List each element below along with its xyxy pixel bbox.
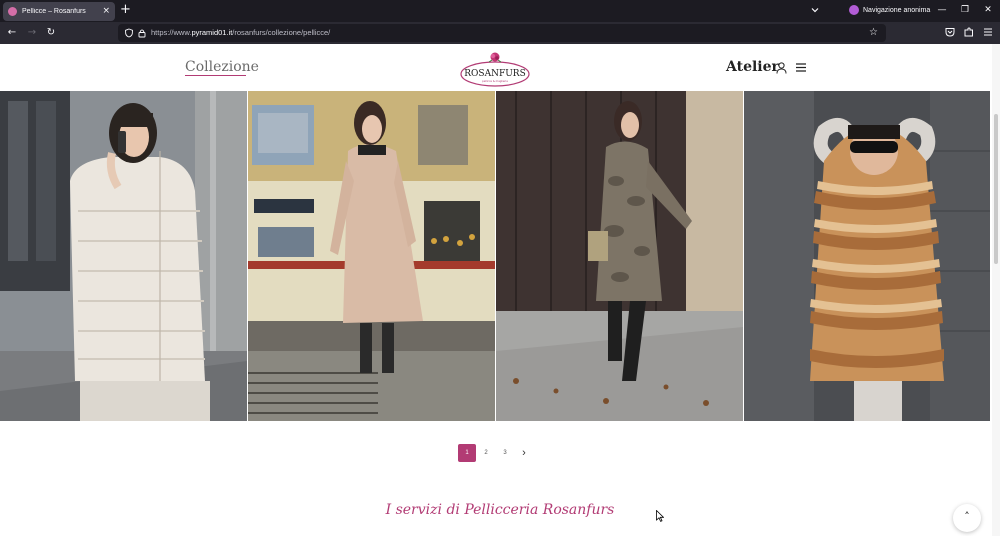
- next-page-chevron-icon[interactable]: ›: [515, 444, 533, 462]
- browser-tab[interactable]: Pellicce – Rosanfurs ×: [3, 2, 115, 21]
- back-to-top-button[interactable]: ˄: [953, 504, 981, 532]
- browser-nav-bar: ← → ↻ https://www.pyramid01.it/rosanfurs…: [0, 22, 1000, 44]
- nav-link-atelier[interactable]: Atelier: [726, 59, 779, 75]
- pocket-icon[interactable]: [944, 26, 956, 38]
- page-1-button[interactable]: 1: [458, 444, 476, 462]
- active-link-underline: [185, 75, 246, 76]
- private-mask-icon: [849, 5, 859, 15]
- user-account-icon[interactable]: [776, 62, 787, 74]
- forward-arrow-icon[interactable]: →: [24, 25, 40, 41]
- back-arrow-icon[interactable]: ←: [4, 25, 20, 41]
- close-tab-icon[interactable]: ×: [102, 7, 110, 16]
- services-heading: I servizi di Pellicceria Rosanfurs: [385, 502, 615, 518]
- product-photo: [496, 91, 743, 421]
- private-browsing-indicator: Navigazione anonima: [849, 5, 930, 15]
- chevron-down-icon[interactable]: [808, 3, 822, 17]
- product-photo: [744, 91, 990, 421]
- product-image-white-mink-vest[interactable]: [0, 91, 247, 421]
- browser-tab-bar: Pellicce – Rosanfurs × + Navigazione ano…: [0, 0, 1000, 22]
- page-scrollbar[interactable]: [992, 44, 1000, 536]
- private-browsing-label: Navigazione anonima: [863, 6, 931, 14]
- close-window-icon[interactable]: ✕: [978, 2, 998, 18]
- product-image-beige-long-coat[interactable]: [248, 91, 495, 421]
- bookmark-star-icon[interactable]: ☆: [869, 26, 878, 40]
- tab-title: Pellicce – Rosanfurs: [22, 8, 86, 15]
- shield-icon[interactable]: [124, 28, 134, 38]
- url-prefix: https://www.: [151, 28, 192, 37]
- url-text[interactable]: https://www.pyramid01.it/rosanfurs/colle…: [151, 28, 330, 37]
- site-favicon-icon: [8, 7, 17, 16]
- url-path: /rosanfurs/collezione/pellicce/: [232, 28, 331, 37]
- minimize-icon[interactable]: —: [932, 2, 952, 18]
- product-gallery: [0, 91, 990, 421]
- rosanfurs-logo[interactable]: ROSANFURS pellicce & maglieria: [458, 49, 532, 89]
- page-2-button[interactable]: 2: [477, 444, 495, 462]
- lock-icon[interactable]: [137, 28, 147, 38]
- site-menu-icon[interactable]: [796, 63, 806, 72]
- mouse-cursor-icon: [656, 510, 664, 522]
- pagination: 1 2 3 ›: [0, 444, 1000, 464]
- extensions-icon[interactable]: [963, 26, 975, 38]
- url-bar[interactable]: https://www.pyramid01.it/rosanfurs/colle…: [118, 24, 886, 42]
- nav-link-collezione[interactable]: Collezione: [185, 59, 259, 75]
- restore-icon[interactable]: ❐: [955, 2, 975, 18]
- product-photo: [248, 91, 495, 421]
- new-tab-button[interactable]: +: [120, 3, 131, 17]
- web-page: Collezione ROSANFURS pellicce & maglieri…: [0, 44, 1000, 536]
- product-image-patterned-fur-coat[interactable]: [496, 91, 743, 421]
- product-image-fox-fur-hooded-vest[interactable]: [744, 91, 990, 421]
- logo-wordmark: ROSANFURS: [464, 69, 525, 79]
- url-domain: pyramid01.it: [191, 28, 233, 37]
- logo-tagline: pellicce & maglieria: [482, 79, 508, 83]
- reload-icon[interactable]: ↻: [43, 25, 59, 41]
- hamburger-menu-icon[interactable]: [982, 26, 994, 38]
- product-photo: [0, 91, 247, 421]
- scrollbar-thumb[interactable]: [994, 114, 998, 264]
- page-3-button[interactable]: 3: [496, 444, 514, 462]
